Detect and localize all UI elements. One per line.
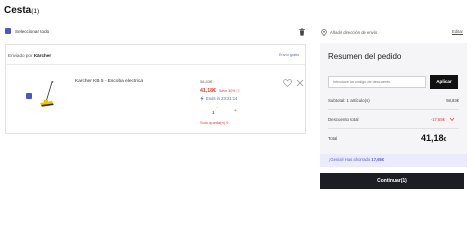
total-label: Total bbox=[328, 136, 338, 141]
heart-icon[interactable] bbox=[283, 79, 292, 87]
subtotal-value: 58,83€ bbox=[446, 98, 459, 103]
seller-name[interactable]: Kärcher bbox=[34, 53, 51, 58]
quantity-value: 1 bbox=[212, 110, 215, 115]
savings-text: ¡Genial! Has ahorrado 17,65€ bbox=[329, 157, 384, 162]
discount-value: -17,65€ bbox=[430, 117, 445, 122]
total-amount: 41,18 bbox=[421, 133, 444, 143]
item-checkbox[interactable] bbox=[26, 93, 32, 99]
shipping-header: Enviado por Kärcher bbox=[8, 53, 51, 58]
apply-coupon-button[interactable]: Aplicar bbox=[430, 75, 458, 89]
product-image[interactable] bbox=[38, 80, 58, 110]
close-icon[interactable] bbox=[296, 79, 304, 87]
new-price: 41,18€ bbox=[200, 88, 216, 94]
coupon-input[interactable] bbox=[328, 76, 426, 88]
location-pin-icon bbox=[321, 29, 327, 36]
lightning-icon bbox=[200, 96, 204, 101]
summary-divider bbox=[328, 128, 459, 129]
add-address[interactable]: Añadir dirección de envío bbox=[321, 29, 377, 36]
savings-amount: 17,65€ bbox=[371, 157, 385, 162]
summary-title: Resumen del pedido bbox=[328, 52, 402, 61]
save-badge[interactable]: Save 30% ⓘ bbox=[219, 89, 240, 94]
old-price: 58,83€ bbox=[200, 79, 213, 84]
savings-label: ¡Genial! Has ahorrado bbox=[329, 157, 371, 162]
divider bbox=[5, 64, 306, 65]
deal-countdown: Ends in 23:21:14 bbox=[200, 96, 237, 101]
stock-warning: Solo queda(n) 9 bbox=[200, 120, 229, 125]
decrease-quantity-button[interactable]: – bbox=[216, 104, 218, 109]
increase-quantity-button[interactable]: + bbox=[234, 108, 237, 114]
continue-button[interactable]: Continuar(1) bbox=[320, 173, 464, 189]
page-title-text: Cesta bbox=[4, 5, 32, 16]
countdown-text: Ends in 23:21:14 bbox=[206, 96, 238, 101]
select-all-label: Seleccionar todo bbox=[15, 28, 50, 34]
shipping-label: Enviado por bbox=[8, 53, 33, 58]
chevron-down-icon[interactable] bbox=[449, 117, 455, 122]
discount-label: Descuento total bbox=[328, 117, 359, 122]
page-title: Cesta(1) bbox=[4, 5, 39, 16]
add-address-label: Añadir dirección de envío bbox=[330, 30, 378, 35]
edit-address-link[interactable]: Editar bbox=[452, 29, 463, 34]
summary-divider bbox=[328, 109, 459, 110]
free-shipping-label: Envío gratis bbox=[279, 53, 300, 57]
order-summary-panel bbox=[320, 43, 467, 167]
select-all-checkbox[interactable] bbox=[5, 28, 11, 34]
product-name[interactable]: Karcher KB 5 - Escoba electrica bbox=[75, 79, 143, 84]
select-all[interactable]: Seleccionar todo bbox=[5, 28, 49, 34]
total-value: 41,18€ bbox=[421, 133, 446, 143]
total-currency: € bbox=[443, 137, 447, 143]
cart-count: (1) bbox=[31, 8, 40, 15]
subtotal-label: Subtotal: 1 artículo(s) bbox=[328, 98, 370, 103]
trash-icon[interactable] bbox=[298, 28, 306, 36]
